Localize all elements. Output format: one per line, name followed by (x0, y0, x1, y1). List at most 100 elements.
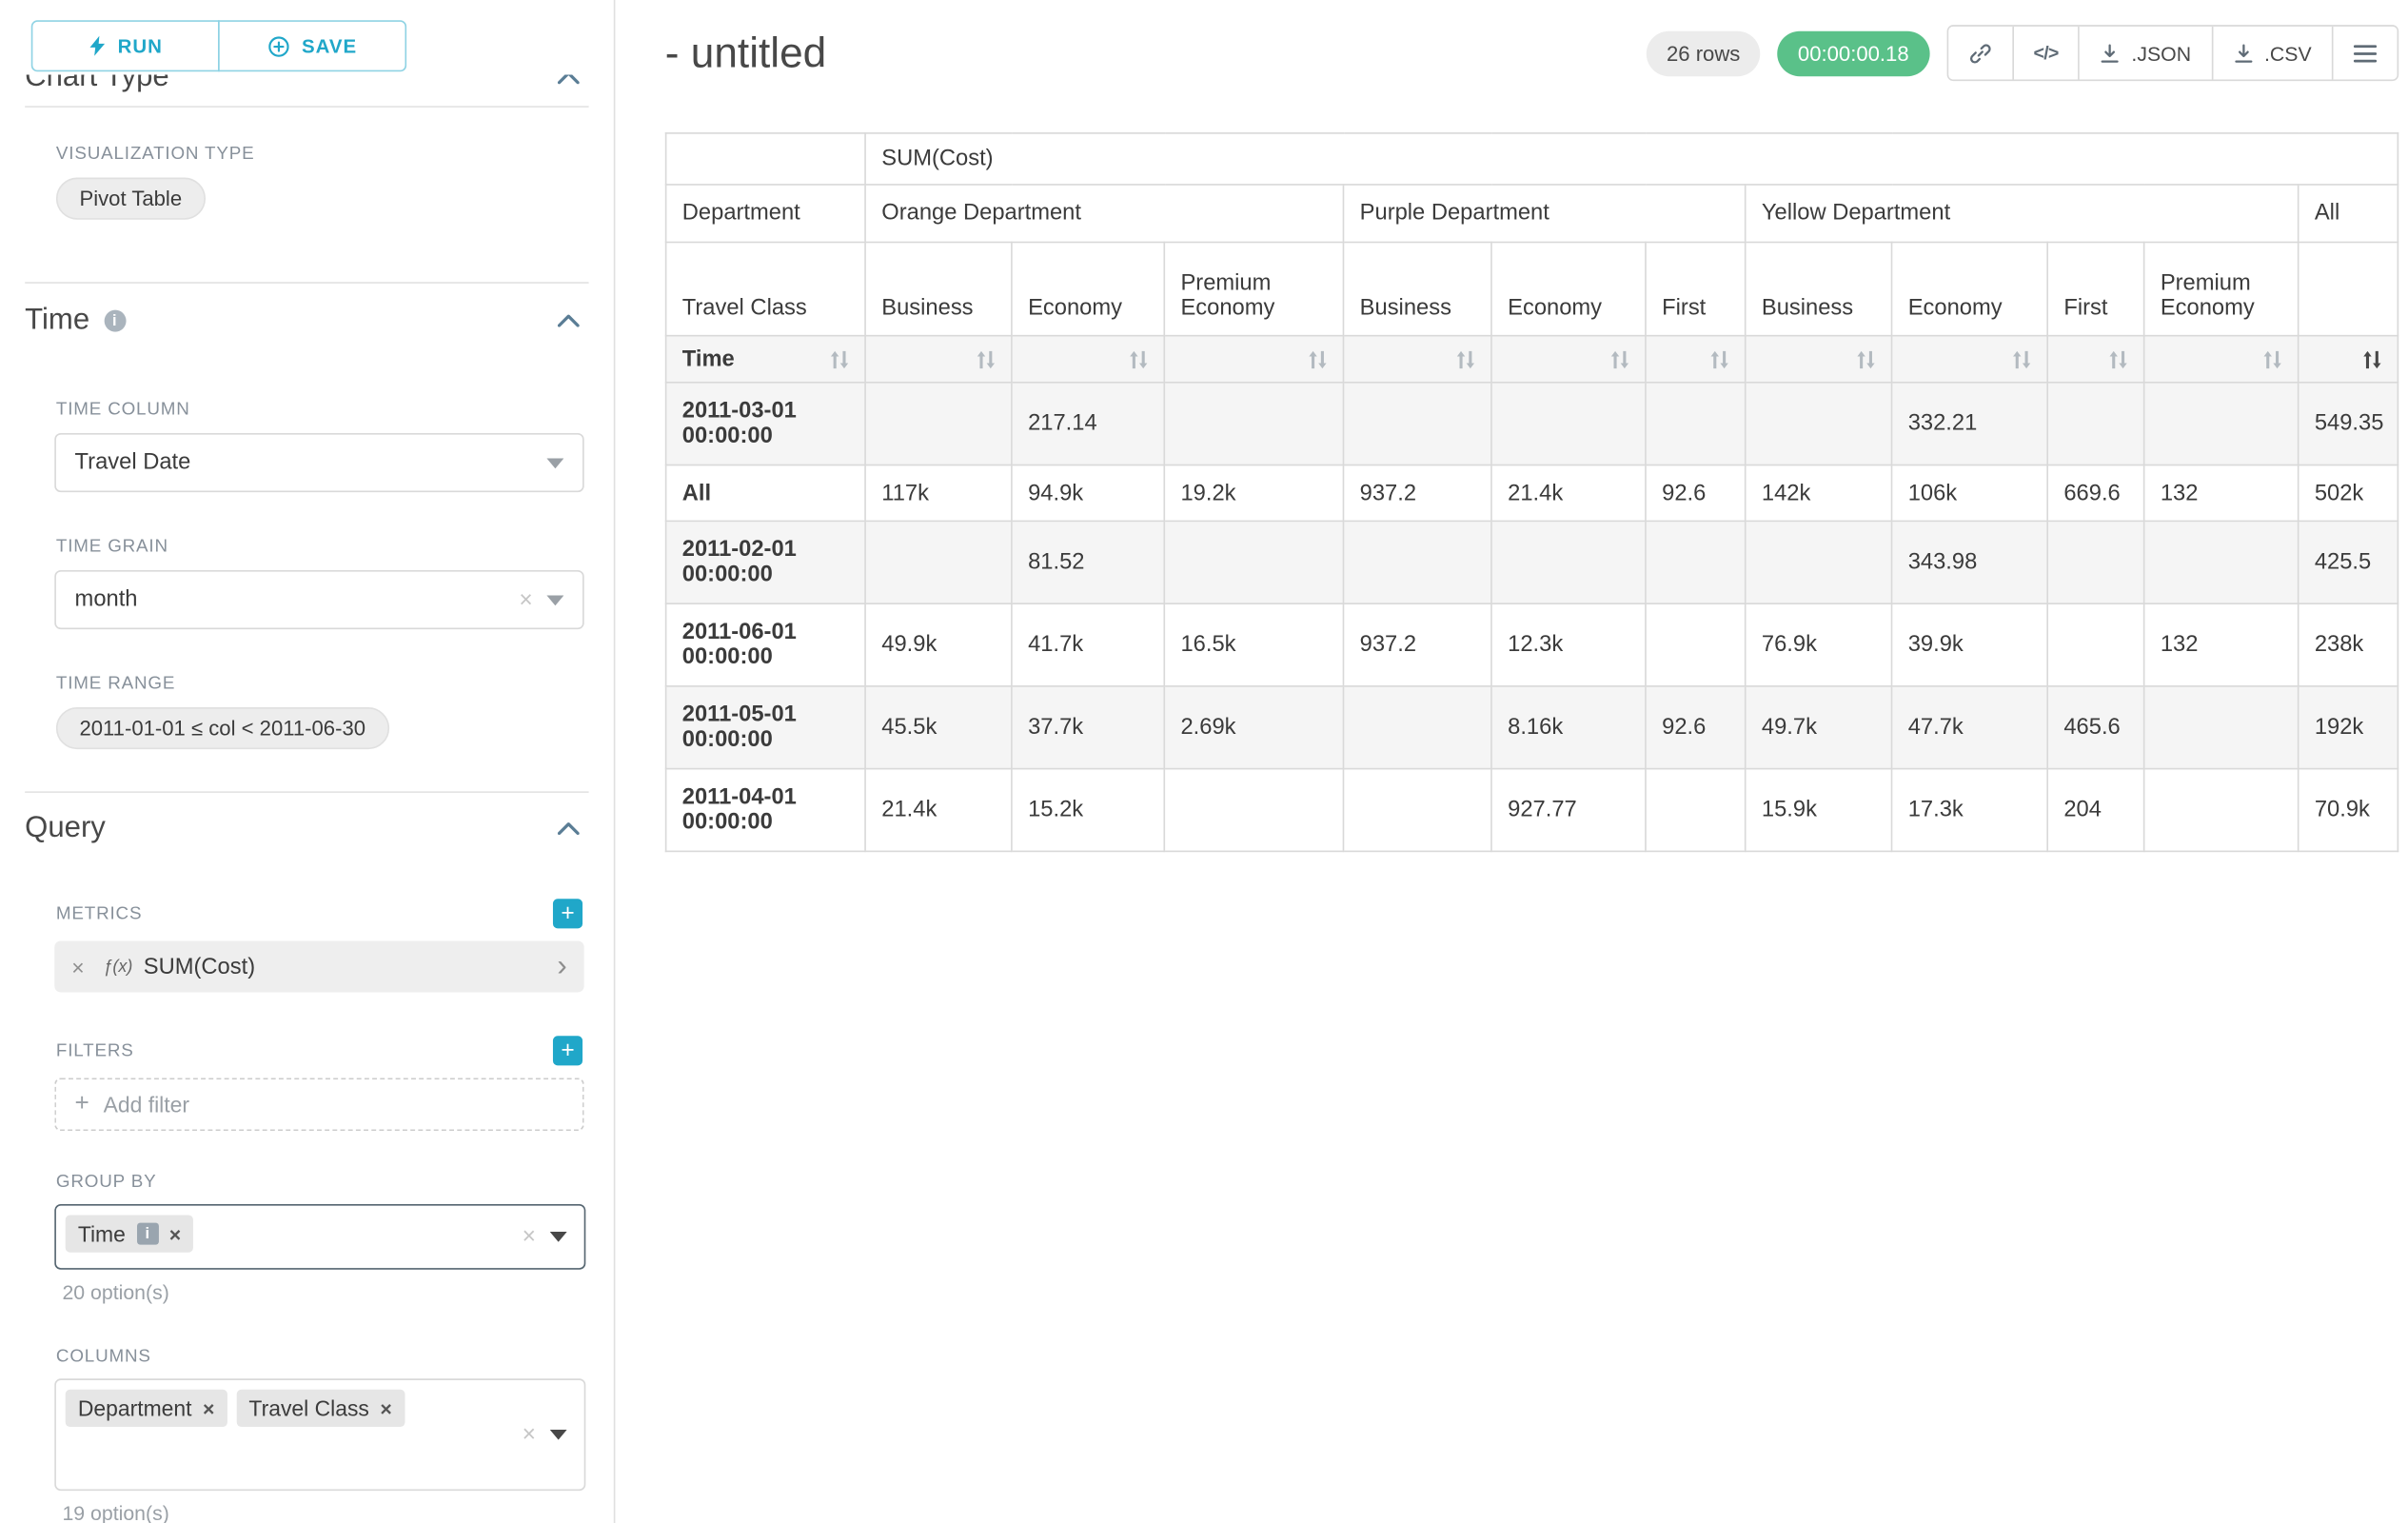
sort-toggle-icon[interactable] (977, 349, 996, 368)
row-header: 2011-05-01 00:00:00 (666, 686, 865, 769)
chevron-right-icon[interactable]: › (557, 952, 566, 981)
columns-select[interactable]: Department × Travel Class × × (54, 1378, 585, 1491)
pivot-cell: 937.2 (1343, 465, 1490, 521)
pivot-cell: 17.3k (1892, 769, 2048, 852)
pivot-cell (865, 521, 1012, 603)
sort-toggle-icon[interactable] (1857, 349, 1876, 368)
pivot-cell: 465.6 (2047, 686, 2143, 769)
sort-toggle-icon[interactable] (2109, 349, 2128, 368)
pivot-cell (1343, 769, 1490, 852)
pivot-cell (2144, 769, 2299, 852)
metric-header-row: SUM(Cost) (666, 133, 2398, 185)
divider (25, 106, 588, 108)
sort-toggle-icon[interactable] (2263, 349, 2282, 368)
col-header: First (2047, 242, 2143, 335)
save-button[interactable]: SAVE (218, 20, 406, 71)
lightning-icon (89, 36, 106, 56)
caret-down-icon[interactable] (550, 1232, 567, 1242)
table-row: All 117k 94.9k 19.2k 937.2 21.4k 92.6 14… (666, 465, 2398, 521)
csv-button-label: .CSV (2264, 41, 2312, 65)
remove-tag-icon[interactable]: × (380, 1396, 391, 1420)
pivot-cell: 192k (2299, 686, 2398, 769)
chevron-up-icon[interactable] (558, 822, 580, 835)
pivot-cell: 92.6 (1646, 465, 1746, 521)
menu-button[interactable] (2332, 27, 2398, 80)
chevron-up-icon[interactable] (558, 75, 580, 85)
sort-toggle-icon[interactable] (1610, 349, 1629, 368)
visualization-type-label: VISUALIZATION TYPE (56, 145, 582, 164)
time-grain-label: TIME GRAIN (56, 538, 582, 557)
group-by-select[interactable]: Time i × × (54, 1204, 585, 1270)
sort-toggle-icon[interactable] (2012, 349, 2031, 368)
pivot-cell: 204 (2047, 769, 2143, 852)
clear-icon[interactable]: × (523, 1223, 536, 1250)
pivot-cell: 217.14 (1012, 383, 1164, 465)
info-icon: i (104, 310, 126, 332)
pivot-cell (1646, 383, 1746, 465)
remove-tag-icon[interactable]: × (203, 1396, 214, 1420)
sort-cell (1491, 336, 1646, 383)
time-column-label: TIME COLUMN (56, 401, 582, 420)
embed-code-button[interactable]: </> (2012, 27, 2079, 80)
pivot-table: SUM(Cost) Department Orange Department P… (665, 132, 2399, 852)
pivot-cell (1343, 383, 1490, 465)
download-csv-button[interactable]: .CSV (2211, 27, 2332, 80)
pivot-cell (1646, 603, 1746, 686)
sort-toggle-icon[interactable] (1456, 349, 1475, 368)
pivot-cell (1491, 521, 1646, 603)
sort-cell-time: Time (666, 336, 865, 383)
time-range-value[interactable]: 2011-01-01 ≤ col < 2011-06-30 (56, 707, 389, 749)
corner-cell (666, 133, 865, 185)
pivot-cell (865, 383, 1012, 465)
clear-icon[interactable]: × (523, 1421, 536, 1448)
pivot-cell: 669.6 (2047, 465, 2143, 521)
columns-label: COLUMNS (56, 1348, 582, 1367)
columns-tag[interactable]: Travel Class × (236, 1390, 405, 1427)
clear-icon[interactable]: × (519, 586, 532, 613)
tag-label: Department (78, 1395, 192, 1420)
filters-label-row: FILTERS + (56, 1036, 582, 1065)
pivot-cell: 937.2 (1343, 603, 1490, 686)
download-icon (2101, 43, 2121, 63)
remove-metric-icon[interactable]: × (71, 954, 84, 979)
json-button-label: .JSON (2131, 41, 2191, 65)
pivot-cell: 81.52 (1012, 521, 1164, 603)
run-button[interactable]: RUN (31, 20, 220, 71)
group-by-tag[interactable]: Time i × (66, 1215, 193, 1252)
sort-toggle-icon-active[interactable] (2363, 349, 2382, 368)
metrics-label: METRICS (56, 904, 142, 923)
metric-chip[interactable]: × ƒ(x) SUM(Cost) › (54, 940, 583, 992)
travel-class-header-row: Travel Class Business Economy Premium Ec… (666, 242, 2398, 335)
sort-toggle-icon[interactable] (1129, 349, 1148, 368)
pivot-cell: 49.7k (1746, 686, 1892, 769)
add-filter-label: Add filter (104, 1092, 189, 1117)
visualization-type-value[interactable]: Pivot Table (56, 178, 206, 220)
remove-tag-icon[interactable]: × (169, 1222, 181, 1246)
time-section-header: Time i (0, 304, 614, 338)
sort-toggle-icon[interactable] (1710, 349, 1729, 368)
tag-label: Travel Class (248, 1395, 368, 1420)
copy-link-button[interactable] (1948, 27, 2012, 80)
caret-down-icon[interactable] (550, 1429, 567, 1439)
sort-toggle-icon[interactable] (1309, 349, 1328, 368)
function-icon: ƒ(x) (103, 958, 132, 977)
caret-down-icon[interactable] (546, 457, 563, 467)
pivot-cell: 8.16k (1491, 686, 1646, 769)
pivot-cell: 132 (2144, 465, 2299, 521)
time-column-select[interactable]: Travel Date (54, 433, 583, 492)
add-filter-plus-button[interactable]: + (553, 1036, 582, 1065)
pivot-cell: 41.7k (1012, 603, 1164, 686)
col-header: First (1646, 242, 1746, 335)
add-metric-button[interactable]: + (553, 899, 582, 928)
caret-down-icon[interactable] (546, 594, 563, 604)
plus-icon: + (75, 1091, 89, 1118)
sort-toggle-icon[interactable] (830, 349, 849, 368)
chevron-up-icon[interactable] (558, 315, 580, 327)
travel-class-label: Travel Class (666, 242, 865, 335)
download-json-button[interactable]: .JSON (2079, 27, 2212, 80)
time-grain-select[interactable]: month × (54, 570, 583, 629)
columns-tag[interactable]: Department × (66, 1390, 227, 1427)
filters-label: FILTERS (56, 1041, 134, 1060)
add-filter-box[interactable]: + Add filter (54, 1078, 583, 1131)
col-group-header-all: All (2299, 185, 2398, 243)
